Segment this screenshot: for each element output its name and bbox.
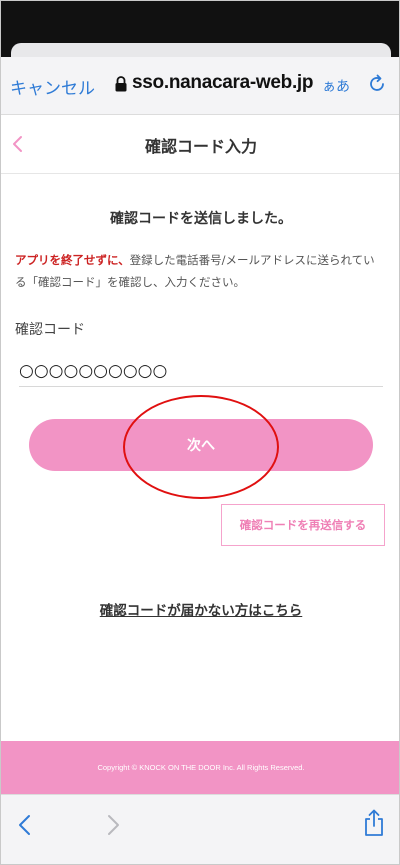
phone-screen: キャンセル sso.nanacara-web.jp ぁあ 確認コード入力 確認コ… (0, 0, 400, 865)
code-field-label: 確認コード (15, 322, 85, 338)
cancel-button[interactable]: キャンセル (10, 74, 95, 99)
resend-code-button[interactable]: 確認コードを再送信する (221, 504, 385, 546)
text-size-button[interactable]: ぁあ (322, 76, 350, 96)
browser-address-bar: キャンセル sso.nanacara-web.jp ぁあ (1, 57, 399, 115)
sent-message: 確認コードを送信しました。 (110, 211, 292, 227)
copyright-text: Copyright © KNOCK ON THE DOOR Inc. All R… (97, 763, 305, 772)
browser-forward-icon[interactable] (105, 813, 121, 837)
instruction-text: アプリを終了せずに、登録した電話番号/メールアドレスに送られている「確認コード」… (15, 249, 385, 293)
share-icon[interactable] (363, 809, 385, 837)
reload-icon[interactable] (367, 74, 387, 94)
page-footer: Copyright © KNOCK ON THE DOOR Inc. All R… (1, 741, 399, 794)
status-area (1, 1, 399, 63)
page-title: 確認コード入力 (144, 137, 257, 156)
lock-icon (115, 76, 127, 92)
next-button[interactable]: 次へ (29, 419, 373, 471)
code-not-received-link[interactable]: 確認コードが届かない方はこちら (1, 599, 399, 619)
browser-back-icon[interactable] (17, 813, 33, 837)
code-input[interactable] (19, 355, 383, 387)
page-header: 確認コード入力 (1, 115, 399, 174)
instruction-warning: アプリを終了せずに、 (15, 253, 130, 267)
url-text[interactable]: sso.nanacara-web.jp (132, 72, 314, 94)
browser-toolbar (1, 794, 399, 864)
